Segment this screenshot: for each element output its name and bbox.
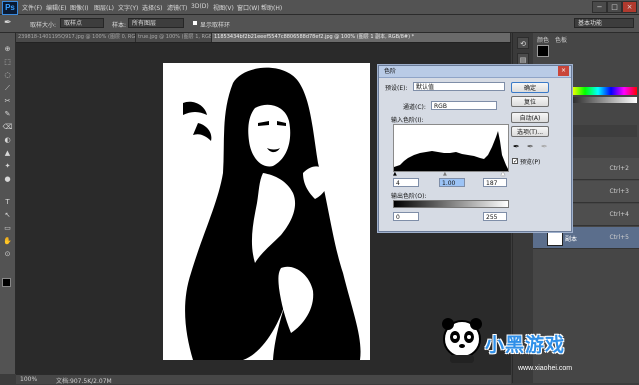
preview-checkbox[interactable]: ✓ <box>512 158 518 165</box>
channel-label: 通道(C): <box>403 104 426 111</box>
marquee-tool-icon[interactable]: ⬚ <box>2 58 13 67</box>
crop-tool-icon[interactable]: ✂ <box>2 97 13 106</box>
menu-help[interactable]: 帮助(H) <box>261 3 282 12</box>
path-select-tool-icon[interactable]: ↖ <box>2 211 13 220</box>
sample-size-label: 取样大小: <box>30 22 57 29</box>
history-icon[interactable]: ⟲ <box>517 37 529 49</box>
preset-label: 预设(E): <box>385 85 408 92</box>
minimize-button[interactable]: − <box>592 1 607 13</box>
input-white-field[interactable]: 187 <box>483 178 507 187</box>
lasso-tool-icon[interactable]: ◌ <box>2 71 13 80</box>
adjustments-icons <box>569 125 637 137</box>
menu-window[interactable]: 窗口(W) <box>237 3 260 12</box>
menu-select[interactable]: 选择(S) <box>142 3 163 12</box>
options-bar: ✒ 取样大小: 取样点 样本: 所有图层 显示取样环 基本功能 <box>0 15 639 33</box>
eraser-tool-icon[interactable]: ⌫ <box>2 123 13 132</box>
options-button[interactable]: 选项(T)... <box>511 126 549 137</box>
document-tabs: 239818-1401195Q917.jpg @ 100% (图层 0, RGB… <box>16 33 511 43</box>
document-size: 文档:907.5K/2.07M <box>56 378 112 385</box>
input-black-field[interactable]: 4 <box>393 178 419 187</box>
auto-button[interactable]: 自动(A) <box>511 112 549 123</box>
preview-label: 预览(P) <box>520 159 541 166</box>
sharpen-tool-icon[interactable]: ▲ <box>2 149 13 158</box>
tab-document-2[interactable]: true.jpg @ 100% (图层 1, RGB/8#) * <box>136 33 212 42</box>
tab-color[interactable]: 颜色 <box>537 35 549 44</box>
input-sliders[interactable]: ▲ ▲ ▲ <box>393 171 507 177</box>
midtone-slider-icon[interactable]: ▲ <box>443 171 447 177</box>
eyedropper-tool-icon[interactable]: ✒ <box>4 18 12 28</box>
stamp-tool-icon[interactable]: ✦ <box>2 162 13 171</box>
dodge-tool-icon[interactable]: ◐ <box>2 136 13 145</box>
watermark-url: www.xiaohei.com <box>518 365 573 372</box>
sample-size-select[interactable]: 取样点 <box>60 18 104 28</box>
type-tool-icon[interactable]: T <box>2 198 13 207</box>
menu-file[interactable]: 文件(F) <box>22 3 42 12</box>
sample-label: 样本: <box>112 22 127 29</box>
reset-button[interactable]: 复位 <box>511 96 549 107</box>
ok-button[interactable]: 确定 <box>511 82 549 93</box>
input-levels-label: 输入色阶(I): <box>391 117 424 124</box>
layer-thumbnail <box>547 230 563 246</box>
white-point-slider-icon[interactable]: ▲ <box>501 171 505 177</box>
histogram-graph <box>394 131 508 171</box>
layer-name[interactable]: 副本 <box>565 234 577 243</box>
menu-view[interactable]: 视图(V) <box>213 3 234 12</box>
zoom-tool-icon[interactable]: ⊙ <box>2 250 13 259</box>
tab-swatches[interactable]: 色板 <box>555 35 567 44</box>
menu-layer[interactable]: 图层(L) <box>94 3 114 12</box>
image-canvas[interactable] <box>163 63 370 360</box>
hand-tool-icon[interactable]: ✋ <box>2 237 13 246</box>
blur-tool-icon[interactable]: ● <box>2 175 13 184</box>
menu-edit[interactable]: 编辑(E) <box>46 3 66 12</box>
output-white-field[interactable]: 255 <box>483 212 507 221</box>
photoshop-logo: Ps <box>2 1 18 15</box>
menu-type[interactable]: 文字(Y) <box>118 3 138 12</box>
foreground-color-swatch[interactable] <box>2 278 11 287</box>
preset-select[interactable]: 默认值 <box>413 82 505 91</box>
foreground-color[interactable] <box>537 45 549 57</box>
move-tool-icon[interactable]: ⊕ <box>2 45 13 54</box>
output-levels-label: 输出色阶(O): <box>391 193 427 200</box>
properties-icon[interactable]: ▤ <box>517 53 529 65</box>
menu-filter[interactable]: 滤镜(T) <box>167 3 187 12</box>
black-point-slider-icon[interactable]: ▲ <box>393 171 397 177</box>
panda-mascot-logo <box>440 315 485 365</box>
histogram <box>393 124 509 172</box>
show-ring-label: 显示取样环 <box>200 22 231 29</box>
output-gradient[interactable] <box>393 200 509 208</box>
watermark-brand: 小黑游戏 <box>485 334 566 356</box>
maximize-button[interactable]: □ <box>607 1 622 13</box>
panda-icon <box>442 318 482 363</box>
input-gamma-field[interactable]: 1.00 <box>439 178 465 187</box>
sample-select[interactable]: 所有图层 <box>128 18 184 28</box>
tab-document-3[interactable]: 11853434bf2b21eeef5547c8806588d78ef2.jpg… <box>212 33 511 42</box>
zoom-level[interactable]: 100% <box>20 376 37 383</box>
close-button[interactable]: × <box>622 1 637 13</box>
tab-document-1[interactable]: 239818-1401195Q917.jpg @ 100% (图层 0, RGB… <box>16 33 136 42</box>
levels-dialog: 色阶 × 预设(E): 默认值 通道(C): RGB 输入色阶(I): ▲ ▲ … <box>378 65 572 232</box>
brush-tool-icon[interactable]: ✎ <box>2 110 13 119</box>
menu-image[interactable]: 图像(I) <box>70 3 88 12</box>
quick-select-tool-icon[interactable]: ⟋ <box>2 84 13 93</box>
output-black-field[interactable]: 0 <box>393 212 419 221</box>
menu-3d[interactable]: 3D(D) <box>191 3 209 10</box>
dialog-close-icon[interactable]: × <box>558 66 569 76</box>
show-ring-checkbox[interactable] <box>192 20 198 26</box>
shape-tool-icon[interactable]: ▭ <box>2 224 13 233</box>
white-eyedropper-icon[interactable]: ✒ <box>541 142 548 151</box>
high-contrast-portrait <box>163 63 370 360</box>
channel-select[interactable]: RGB <box>431 101 497 110</box>
tools-panel: ⊕ ⬚ ◌ ⟋ ✂ ✎ ⌫ ◐ ▲ ✦ ● T ↖ ▭ ✋ ⊙ <box>0 33 16 374</box>
black-eyedropper-icon[interactable]: ✒ <box>513 142 520 151</box>
dialog-titlebar[interactable]: 色阶 × <box>379 66 571 78</box>
gray-eyedropper-icon[interactable]: ✒ <box>527 142 534 151</box>
workspace-select[interactable]: 基本功能 <box>574 18 634 28</box>
dialog-title: 色阶 <box>384 68 397 75</box>
menu-bar: Ps 文件(F) 编辑(E) 图像(I) 图层(L) 文字(Y) 选择(S) 滤… <box>0 0 639 15</box>
